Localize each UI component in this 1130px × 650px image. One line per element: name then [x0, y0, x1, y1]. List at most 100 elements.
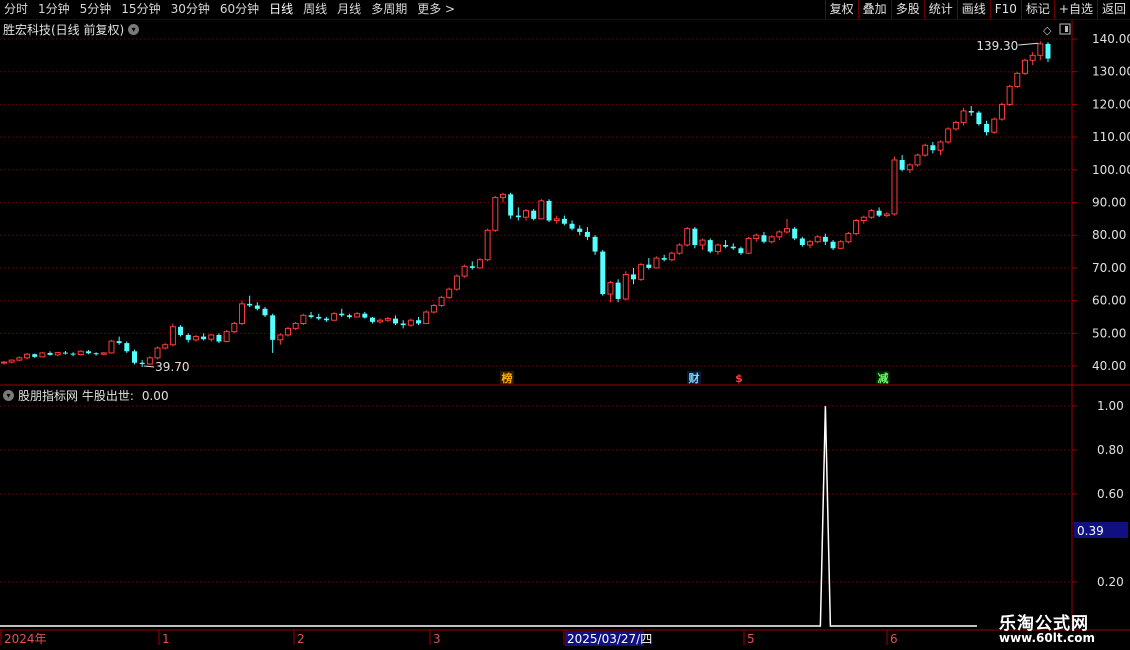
toolbar-buttons: 复权 叠加 多股 统计 画线 F10 标记 +自选 返回: [824, 0, 1130, 19]
candle-body-down: [1045, 43, 1051, 59]
candle-body-up: [891, 159, 898, 215]
candle-body-down: [592, 236, 598, 252]
candle-body-down: [93, 353, 99, 355]
chevron-down-icon[interactable]: ▾: [3, 390, 14, 401]
candle-body-down: [569, 223, 575, 229]
candle-body-up: [192, 336, 199, 341]
candle-body-down: [62, 352, 68, 354]
price-tick-label: 80.00: [1092, 228, 1126, 242]
toolbar-button-7[interactable]: +自选: [1053, 0, 1097, 19]
tab-period-9[interactable]: 多周期: [371, 2, 407, 17]
candle-body-down: [70, 353, 76, 355]
tab-period-6[interactable]: 日线: [269, 2, 293, 17]
candle-body-up: [446, 288, 453, 298]
candle-body-up: [607, 282, 614, 295]
tab-period-4[interactable]: 30分钟: [171, 2, 210, 17]
candle-body-up: [208, 334, 215, 340]
candle-body-down: [615, 282, 621, 299]
candle-body-down: [792, 228, 798, 239]
candle-body-down: [692, 228, 698, 246]
candle-body-down: [930, 145, 936, 151]
low-price-label: 39.70: [155, 360, 189, 374]
candle-body-up: [438, 296, 445, 307]
candle-body-down: [984, 124, 990, 133]
candle-body-down: [47, 352, 53, 355]
toolbar-button-2[interactable]: 多股: [890, 0, 924, 19]
candle-body-down: [515, 215, 521, 218]
candle-body-up: [945, 128, 952, 143]
indicator-tick-label: 0.60: [1097, 487, 1124, 501]
candle-body-up: [223, 331, 230, 342]
candle-body-down: [546, 200, 552, 221]
indicator-line: [0, 405, 977, 627]
toolbar-button-8[interactable]: 返回: [1096, 0, 1130, 19]
indicator-tick-label: 1.00: [1097, 399, 1124, 413]
chevron-down-icon[interactable]: ▾: [128, 24, 140, 35]
tab-period-2[interactable]: 5分钟: [80, 2, 112, 17]
candle-body-down: [508, 194, 514, 216]
candle-body-up: [653, 257, 660, 269]
candle-body-up: [784, 228, 790, 233]
candle-body-down: [630, 274, 636, 280]
tab-period-10[interactable]: 更多 >: [417, 2, 455, 17]
candle-body-up: [699, 239, 706, 246]
tab-period-1[interactable]: 1分钟: [38, 2, 70, 17]
event-marker: $: [735, 372, 743, 385]
candle-body-up: [300, 314, 307, 324]
candle-body-down: [531, 210, 537, 219]
toolbar-button-1[interactable]: 叠加: [857, 0, 891, 19]
candle-body-up: [407, 319, 414, 326]
candle-body-up: [285, 327, 292, 336]
indicator-cursor-box: [1074, 522, 1128, 538]
kline-chart[interactable]: 140.00130.00120.00110.00100.0090.0080.00…: [0, 0, 1130, 650]
candle-body-up: [684, 228, 691, 246]
toolbar-button-4[interactable]: 画线: [956, 0, 990, 19]
tab-period-0[interactable]: 分时: [4, 2, 28, 17]
stock-title-row: 胜宏科技(日线 前复权) ▾: [3, 21, 140, 38]
candle-body-down: [761, 235, 767, 242]
candle-body-up: [776, 231, 783, 238]
candle-body-up: [622, 273, 629, 300]
candle-body-down: [822, 236, 828, 242]
price-tick-label: 130.00: [1092, 65, 1130, 79]
candle-body-down: [339, 313, 345, 316]
candle-body-up: [837, 241, 844, 249]
toolbar-button-3[interactable]: 统计: [923, 0, 957, 19]
candle-body-up: [24, 353, 31, 359]
candle-body-up: [553, 218, 560, 221]
candle-body-down: [661, 258, 667, 260]
candle-body-up: [430, 305, 437, 313]
tab-period-3[interactable]: 15分钟: [121, 2, 160, 17]
candle-body-up: [476, 259, 483, 269]
candle-body-up: [499, 193, 506, 199]
toolbar-button-0[interactable]: 复权: [824, 0, 858, 19]
candle-body-down: [876, 210, 882, 216]
candle-body-up: [714, 244, 721, 253]
candle-body-down: [85, 351, 91, 354]
candle-body-up: [354, 313, 361, 318]
candle-body-down: [799, 238, 805, 246]
candle-body-down: [201, 336, 207, 340]
window-toggle-icon-inner: [1065, 26, 1068, 32]
tab-period-8[interactable]: 月线: [337, 2, 361, 17]
tab-period-5[interactable]: 60分钟: [220, 2, 259, 17]
candle-body-up: [292, 322, 299, 329]
candle-body-down: [738, 248, 744, 254]
price-tick-label: 50.00: [1092, 326, 1126, 340]
candle-body-up: [668, 252, 675, 261]
price-tick-label: 70.00: [1092, 261, 1126, 275]
date-tick-label: 6: [890, 632, 898, 646]
candle-body-up: [1, 361, 7, 364]
candle-body-up: [960, 110, 967, 123]
event-marker-box: [687, 371, 701, 384]
candle-body-up: [1006, 85, 1013, 105]
candle-body-up: [169, 326, 176, 346]
candle-body-up: [638, 264, 645, 280]
date-tick-label: 1: [162, 632, 170, 646]
window-toggle-icon: [1059, 23, 1071, 35]
tab-period-7[interactable]: 周线: [303, 2, 327, 17]
toolbar-button-5[interactable]: F10: [989, 0, 1021, 19]
candle-body-down: [730, 246, 736, 249]
toolbar-button-6[interactable]: 标记: [1020, 0, 1054, 19]
price-tick-label: 90.00: [1092, 196, 1126, 210]
